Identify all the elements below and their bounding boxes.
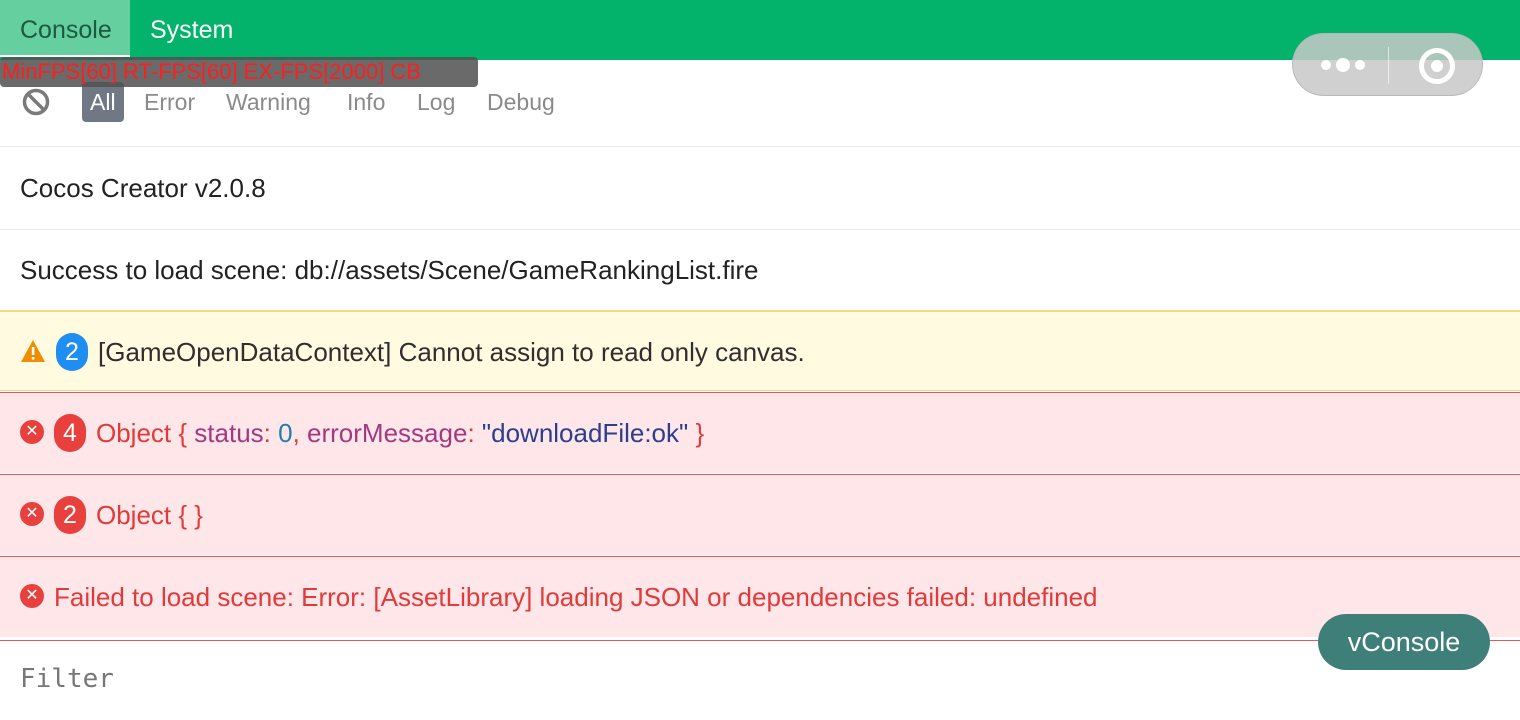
log-text: Failed to load scene: Error: [AssetLibra… bbox=[54, 582, 1098, 612]
error-icon: ✕ bbox=[20, 420, 44, 445]
object-value: "downloadFile:ok" bbox=[481, 418, 689, 448]
level-log[interactable]: Log bbox=[417, 82, 455, 122]
object-key: errorMessage bbox=[307, 418, 468, 448]
tab-console[interactable]: Console bbox=[0, 0, 130, 57]
object-prefix[interactable]: Object { bbox=[96, 418, 194, 448]
warn-row: 2 [GameOpenDataContext] Cannot assign to … bbox=[0, 310, 1520, 391]
object-suffix: } bbox=[688, 418, 705, 448]
log-text: [GameOpenDataContext] Cannot assign to r… bbox=[98, 337, 805, 367]
capsule-divider bbox=[1388, 47, 1389, 84]
level-info[interactable]: Info bbox=[347, 82, 385, 122]
repeat-count-badge: 4 bbox=[54, 414, 86, 453]
level-error[interactable]: Error bbox=[144, 82, 195, 122]
error-row: ✕ 2 Object { } bbox=[0, 474, 1520, 555]
exit-ring-icon[interactable] bbox=[1419, 48, 1455, 84]
repeat-count-badge: 2 bbox=[56, 333, 88, 372]
log-level-bar: All Error Warning Info Log Debug bbox=[0, 80, 1520, 146]
repeat-count-badge: 2 bbox=[54, 496, 86, 535]
error-icon: ✕ bbox=[20, 584, 44, 609]
object-key: status bbox=[194, 418, 264, 448]
object-colon: : bbox=[467, 418, 482, 448]
level-debug[interactable]: Debug bbox=[487, 82, 555, 122]
log-text: Success to load scene: db://assets/Scene… bbox=[20, 255, 759, 285]
filter-input[interactable] bbox=[20, 659, 620, 699]
tab-system[interactable]: System bbox=[130, 0, 253, 57]
warning-icon bbox=[21, 340, 45, 363]
object-comma: , bbox=[292, 418, 308, 448]
separator bbox=[0, 146, 1520, 147]
level-warning[interactable]: Warning bbox=[226, 82, 311, 122]
object-colon: : bbox=[263, 418, 279, 448]
vconsole-button[interactable]: vConsole bbox=[1318, 614, 1490, 670]
log-row: Success to load scene: db://assets/Scene… bbox=[0, 230, 1520, 311]
log-text: Cocos Creator v2.0.8 bbox=[20, 173, 266, 203]
more-dots-icon[interactable] bbox=[1321, 56, 1365, 74]
error-row: ✕ Failed to load scene: Error: [AssetLibr… bbox=[0, 556, 1520, 637]
tab-bar: Console System bbox=[0, 0, 1520, 60]
object-text[interactable]: Object { } bbox=[96, 500, 203, 530]
filter-bar bbox=[0, 640, 1520, 720]
fps-overlay: MinFPS[60] RT-FPS[60] EX-FPS[2000] CB bbox=[0, 57, 478, 87]
error-icon: ✕ bbox=[20, 502, 44, 527]
log-row: Cocos Creator v2.0.8 bbox=[0, 148, 1520, 229]
object-value: 0 bbox=[278, 418, 293, 448]
error-row: ✕ 4 Object { status: 0, errorMessage: "dow… bbox=[0, 392, 1520, 473]
level-all[interactable]: All bbox=[82, 82, 124, 122]
clear-icon[interactable] bbox=[22, 88, 50, 116]
